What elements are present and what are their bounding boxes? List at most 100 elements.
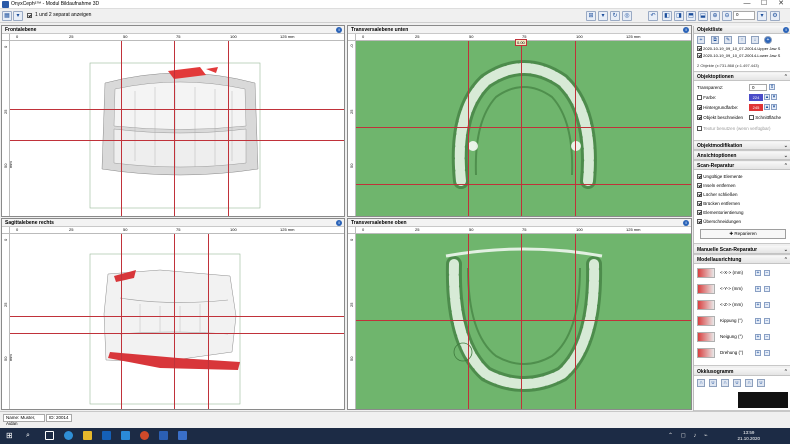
- trans-upper-canvas[interactable]: [356, 234, 691, 409]
- minus-icon[interactable]: −: [764, 318, 770, 324]
- farbe-swatch[interactable]: 224: [749, 94, 763, 101]
- hintergrund-swatch[interactable]: 245: [749, 104, 763, 111]
- system-clock[interactable]: 13:59 21.10.2020: [737, 430, 760, 442]
- view-frontal[interactable]: Frontalebene i 0 25 50 75 100 125 mm 0 2…: [1, 25, 345, 217]
- list-edit-icon[interactable]: ✎: [724, 36, 732, 44]
- info-icon[interactable]: i: [336, 27, 342, 33]
- manuelle-header[interactable]: Manuelle Scan-Reparatur ⌄: [694, 246, 790, 254]
- list-down-icon[interactable]: ↓: [751, 36, 759, 44]
- collapse-icon[interactable]: ⌃: [784, 256, 788, 264]
- view-sagittal[interactable]: Sagittalebene rechts i 0 25 50 75 100 12…: [1, 218, 345, 410]
- info-icon[interactable]: i: [683, 27, 689, 33]
- app-icon[interactable]: [121, 431, 130, 440]
- view-mode-icon[interactable]: ▦: [2, 11, 12, 21]
- repair-option-checkbox[interactable]: [697, 183, 702, 189]
- snap-icon[interactable]: ◎: [622, 11, 632, 21]
- farbe-checkbox[interactable]: [697, 95, 702, 101]
- plus-icon[interactable]: +: [755, 286, 761, 292]
- zoom-in-icon[interactable]: ⊕: [710, 11, 720, 21]
- occlusion-icon[interactable]: ∪: [709, 379, 717, 387]
- textur-checkbox[interactable]: [697, 126, 702, 132]
- task-view-icon[interactable]: [45, 431, 54, 440]
- plus-icon[interactable]: +: [755, 302, 761, 308]
- occlusion-icon[interactable]: ∩: [745, 379, 753, 387]
- hintergrund-checkbox[interactable]: [697, 105, 702, 111]
- plus-icon[interactable]: +: [755, 334, 761, 340]
- move-right-icon[interactable]: ◨: [674, 11, 684, 21]
- info-icon[interactable]: i: [683, 220, 689, 226]
- step-input[interactable]: 0: [733, 11, 755, 20]
- view-option-checkbox[interactable]: [27, 13, 32, 18]
- expand-icon[interactable]: ⌄: [784, 152, 788, 160]
- hintergrund-down-icon[interactable]: ▾: [771, 104, 777, 110]
- maximize-button[interactable]: ☐: [757, 0, 771, 9]
- minus-icon[interactable]: −: [764, 270, 770, 276]
- list-up-icon[interactable]: ↑: [738, 36, 746, 44]
- undo-icon[interactable]: ↶: [648, 11, 658, 21]
- trans-lower-canvas[interactable]: 0.00: [356, 39, 691, 216]
- occlusion-icon[interactable]: ∩: [697, 379, 705, 387]
- repair-option-checkbox[interactable]: [697, 174, 702, 180]
- list-item[interactable]: 2020-10-19_09_10_07-20014-Lower Jaw S: [697, 53, 780, 59]
- occlusion-icon[interactable]: ∪: [757, 379, 765, 387]
- list-copy-icon[interactable]: ⧉: [711, 36, 719, 44]
- repair-option-checkbox[interactable]: [697, 192, 702, 198]
- list-add-icon[interactable]: +: [697, 36, 705, 44]
- edge-icon[interactable]: [64, 431, 73, 440]
- rotate-icon[interactable]: ↻: [610, 11, 620, 21]
- search-icon[interactable]: ⌕: [26, 431, 35, 440]
- scan-reparatur-header[interactable]: Scan-Reparatur ⌃: [694, 162, 790, 170]
- sagittal-canvas[interactable]: [10, 234, 344, 409]
- reparieren-button[interactable]: ✚ Reparieren: [700, 229, 786, 239]
- objektmodifikation-header[interactable]: Objektmodifikation ⌄: [694, 142, 790, 150]
- arrange-icon[interactable]: ▾: [598, 11, 608, 21]
- occlusion-icon[interactable]: ∩: [721, 379, 729, 387]
- modellausrichtung-header[interactable]: Modellausrichtung ⌃: [694, 256, 790, 264]
- view-transversal-upper[interactable]: Transversalebene oben i 0 25 50 75 100 1…: [347, 218, 692, 410]
- view-transversal-lower[interactable]: Transversalebene unten i 0 25 50 75 100 …: [347, 25, 692, 217]
- objektoptionen-header[interactable]: Objektoptionen ⌃: [694, 73, 790, 81]
- info-icon[interactable]: i: [783, 27, 789, 33]
- collapse-icon[interactable]: ⌃: [784, 73, 788, 81]
- move-left-icon[interactable]: ◧: [662, 11, 672, 21]
- minus-icon[interactable]: −: [764, 302, 770, 308]
- farbe-up-icon[interactable]: ▴: [764, 94, 770, 100]
- transparenz-input[interactable]: 0: [749, 84, 767, 91]
- word-icon[interactable]: [159, 431, 168, 440]
- minus-icon[interactable]: −: [764, 286, 770, 292]
- minus-icon[interactable]: −: [764, 334, 770, 340]
- windows-start-icon[interactable]: ⊞: [6, 431, 15, 440]
- settings-icon[interactable]: ⚙: [770, 11, 780, 21]
- plus-icon[interactable]: +: [755, 350, 761, 356]
- objekt-beschneiden-checkbox[interactable]: [697, 115, 702, 121]
- repair-option-checkbox[interactable]: [697, 210, 702, 216]
- farbe-down-icon[interactable]: ▾: [771, 94, 777, 100]
- zoom-out-icon[interactable]: ⊖: [722, 11, 732, 21]
- minus-icon[interactable]: −: [764, 350, 770, 356]
- position-marker[interactable]: 0.00: [515, 39, 527, 46]
- fit-view-icon[interactable]: ⊞: [586, 11, 596, 21]
- collapse-icon[interactable]: ⌃: [784, 368, 788, 376]
- occlusion-icon[interactable]: ∪: [733, 379, 741, 387]
- plus-icon[interactable]: +: [755, 270, 761, 276]
- list-item-checkbox[interactable]: [697, 46, 702, 52]
- collapse-icon[interactable]: ⌃: [784, 162, 788, 170]
- schnittflaeche-checkbox[interactable]: [749, 115, 754, 121]
- hintergrund-up-icon[interactable]: ▴: [764, 104, 770, 110]
- outlook-icon[interactable]: [102, 431, 111, 440]
- okklusogramm-header[interactable]: Okklusogramm ⌃: [694, 368, 790, 376]
- app-icon[interactable]: [140, 431, 149, 440]
- onyxceph-taskbar-icon[interactable]: [178, 431, 187, 440]
- repair-option-checkbox[interactable]: [697, 201, 702, 207]
- close-button[interactable]: ✕: [774, 0, 788, 9]
- list-item[interactable]: 2020-10-19_09_10_07-20014-Upper Jaw S: [697, 46, 780, 52]
- explorer-icon[interactable]: [83, 431, 92, 440]
- minimize-button[interactable]: —: [740, 0, 754, 9]
- plus-icon[interactable]: +: [755, 318, 761, 324]
- step-dropdown-icon[interactable]: ▾: [757, 11, 767, 21]
- transparenz-spinner-icon[interactable]: ⇕: [769, 84, 775, 90]
- frontal-canvas[interactable]: [10, 41, 344, 216]
- expand-icon[interactable]: ⌄: [784, 246, 788, 254]
- objektliste-header[interactable]: Objektliste i: [694, 26, 790, 34]
- system-tray-icons[interactable]: ⌃ ◻ ♪ ⌁: [668, 432, 718, 440]
